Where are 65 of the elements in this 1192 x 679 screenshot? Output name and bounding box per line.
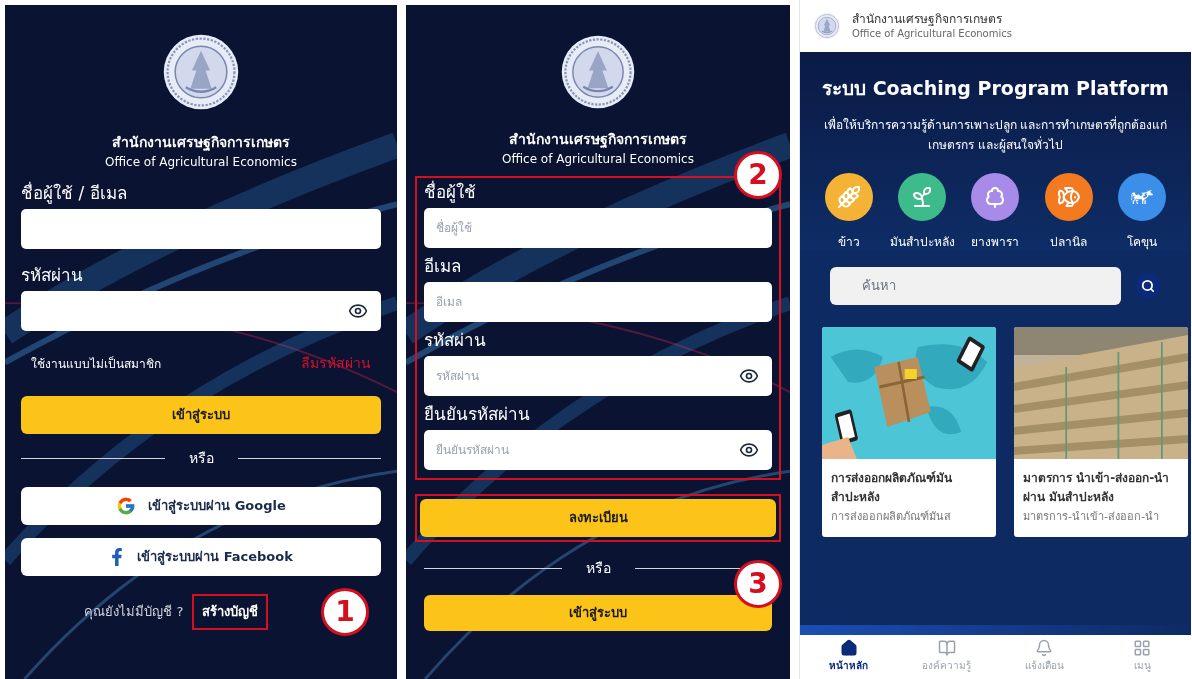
eye-icon[interactable] [738,366,760,386]
forgot-password-link[interactable]: ลืมรหัสผ่าน [301,353,371,374]
category-item[interactable]: ปลานิล [1032,172,1106,251]
field-label: ชื่อผู้ใช้ [424,180,477,204]
fish-icon [1056,184,1081,209]
category-label: โคขุน [1127,233,1158,251]
login-button[interactable]: เข้าสู่ระบบ [424,595,772,631]
org-name-english: Office of Agricultural Economics [852,27,1012,41]
register-button[interactable]: ลงทะเบียน [420,499,776,537]
search-field[interactable]: ค้นหา [830,266,1121,305]
article-summary: มาตรการ-นำเข้า-ส่งออก-นำ [1023,508,1160,525]
bell-icon [1035,639,1054,657]
step-marker: 1 [321,588,369,636]
category-item[interactable]: ข้าว [812,172,886,251]
article-summary: การส่งออกผลิตภัณฑ์มันส [831,508,952,525]
eye-icon[interactable] [738,440,760,460]
field-label: ชื่อผู้ใช้ / อีเมล [21,181,128,205]
org-name-english: Office of Agricultural Economics [501,151,695,168]
input-field[interactable] [21,209,381,249]
step-marker: 3 [734,560,782,608]
category-item[interactable]: ยางพารา [958,172,1033,251]
category-label: ข้าว [837,233,860,251]
google-icon [116,496,137,516]
search-icon [1141,278,1155,293]
home-icon [839,639,858,657]
no-account-text: คุณยังไม่มีบัญชี ? [84,603,184,622]
category-label: ปลานิล [1050,233,1088,251]
login-button[interactable]: เข้าสู่ระบบ [21,396,381,434]
input-field[interactable]: ชื่อผู้ใช้ [424,208,772,248]
org-name-english: Office of Agricultural Economics [104,154,298,171]
field-label: อีเมล [424,255,462,278]
create-account-link[interactable]: สร้างบัญชี [191,594,268,630]
guest-link[interactable]: ใช้งานแบบไม่เป็นสมาชิก [31,354,161,373]
nav-tab[interactable]: หน้าหลัก [800,639,898,679]
input-field[interactable]: ยืนยันรหัสผ่าน [424,430,772,470]
org-name: สำนักงานเศรษฐกิจการเกษตร [852,11,1003,27]
seal-logo [814,13,840,39]
field-label: รหัสผ่าน [21,264,84,287]
article-title: การส่งออกผลิตภัณฑ์มันสำปะหลัง [831,469,953,506]
org-name: สำนักงานเศรษฐกิจการเกษตร [508,130,688,150]
article-title: มาตรการ นำเข้า-ส่งออก-นำผ่าน มันสำปะหลัง [1023,469,1171,506]
facebook-login-button[interactable]: เข้าสู่ระบบผ่าน Facebook [21,538,381,576]
article-card[interactable]: การส่งออกผลิตภัณฑ์มันสำปะหลัง การส่งออกผลิตภัณฑ์มันส [822,326,996,537]
search-button[interactable] [1135,272,1161,299]
category-item[interactable]: โคขุน [1105,172,1179,251]
wheat-icon [836,184,861,209]
category-item[interactable]: มันสำปะหลัง [885,172,959,251]
step-marker: 2 [734,151,782,199]
input-field[interactable]: อีเมล [424,282,772,322]
google-login-button[interactable]: เข้าสู่ระบบผ่าน Google [21,487,381,525]
field-label: รหัสผ่าน [424,329,487,352]
input-field[interactable] [21,291,381,331]
page-title: ระบบ Coaching Program Platform [822,76,1169,101]
divider-text: หรือ [585,559,611,578]
grid-icon [1133,639,1152,657]
book-icon [937,639,956,657]
input-field[interactable]: รหัสผ่าน [424,356,772,396]
divider-text: หรือ [188,449,214,468]
eye-icon[interactable] [347,301,369,321]
org-name: สำนักงานเศรษฐกิจการเกษตร [111,133,291,153]
category-label: ยางพารา [971,233,1020,251]
article-card[interactable]: มาตรการ นำเข้า-ส่งออก-นำผ่าน มันสำปะหลัง มาตรการ-นำเข้า-ส่งออก-นำ [1014,326,1188,537]
category-label: มันสำปะหลัง [889,233,955,251]
field-label: ยืนยันรหัสผ่าน [424,403,531,426]
page-subtitle: เพื่อให้บริการความรู้ด้านการเพาะปลูก และการทำเกษตรที่ถูกต้องแก่เกษตรกร และผู้สนใจทั่วไป [822,115,1169,155]
